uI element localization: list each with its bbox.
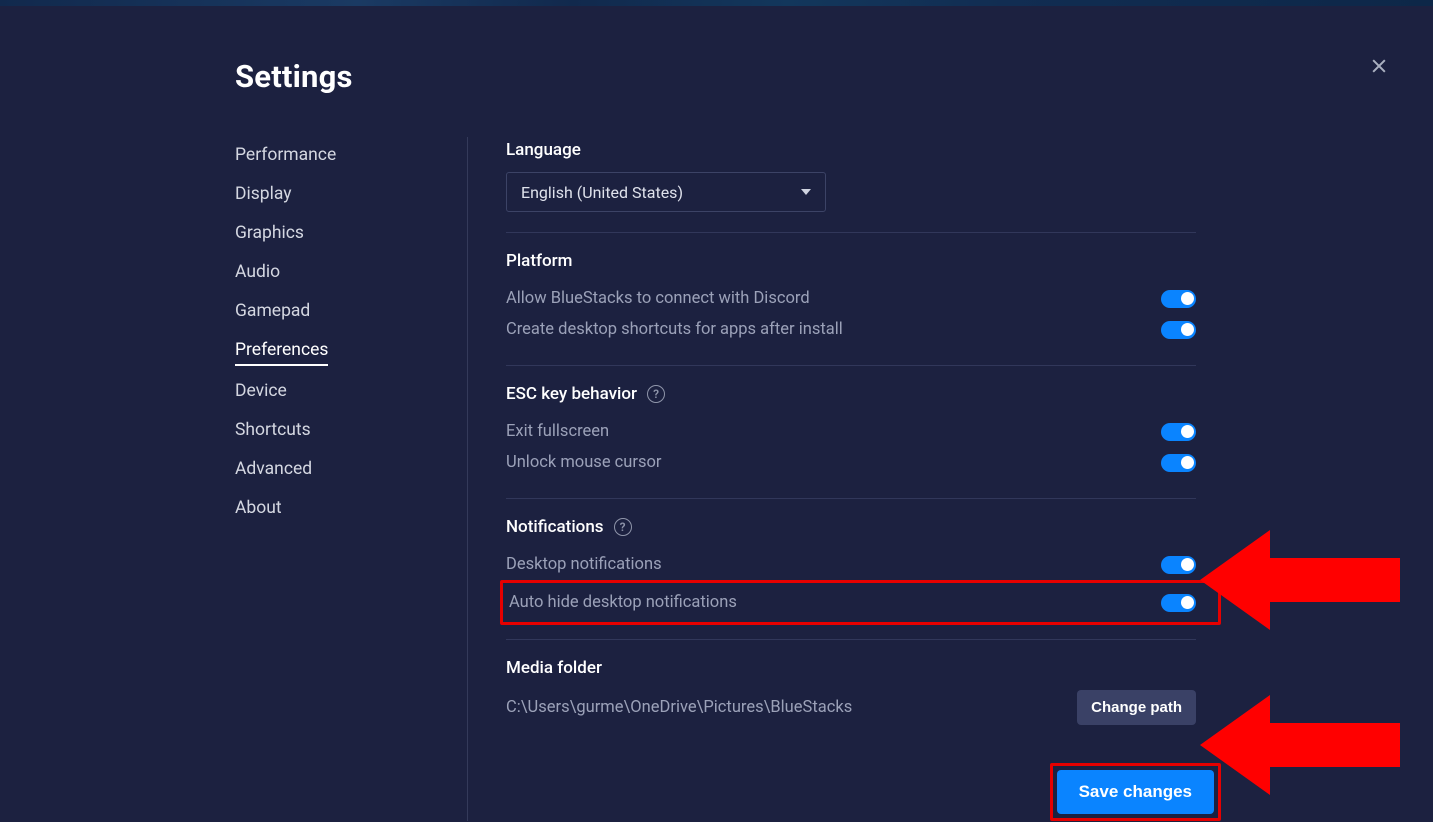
esc-behavior-label: ESC key behavior ? (506, 384, 1196, 404)
discord-connect-row: Allow BlueStacks to connect with Discord (506, 283, 1196, 314)
language-selected-value: English (United States) (521, 183, 683, 202)
sidebar-item-label: Advanced (235, 459, 312, 479)
exit-fullscreen-toggle[interactable] (1161, 423, 1196, 441)
unlock-cursor-row: Unlock mouse cursor (506, 447, 1196, 478)
autohide-notifications-label: Auto hide desktop notifications (509, 593, 737, 612)
sidebar-item-display[interactable]: Display (235, 176, 292, 212)
language-select[interactable]: English (United States) (506, 172, 826, 212)
sidebar-item-label: Device (235, 381, 287, 401)
notifications-label: Notifications ? (506, 517, 1196, 537)
media-folder-label: Media folder (506, 658, 1196, 678)
settings-sidebar: Performance Display Graphics Audio Gamep… (235, 137, 467, 821)
sidebar-item-preferences[interactable]: Preferences (235, 332, 328, 366)
autohide-notifications-row: Auto hide desktop notifications (507, 587, 1196, 618)
help-icon[interactable]: ? (647, 385, 665, 403)
desktop-shortcuts-toggle[interactable] (1161, 321, 1196, 339)
exit-fullscreen-label: Exit fullscreen (506, 422, 609, 441)
desktop-notifications-row: Desktop notifications (506, 549, 1196, 580)
sidebar-item-performance[interactable]: Performance (235, 137, 336, 173)
sidebar-item-label: Graphics (235, 223, 304, 243)
desktop-shortcuts-label: Create desktop shortcuts for apps after … (506, 320, 843, 339)
annotation-highlight-autohide: Auto hide desktop notifications (500, 580, 1221, 625)
annotation-highlight-save: Save changes (1050, 763, 1221, 821)
desktop-notifications-label: Desktop notifications (506, 555, 662, 574)
save-changes-button[interactable]: Save changes (1057, 770, 1214, 814)
divider (506, 498, 1196, 499)
sidebar-item-shortcuts[interactable]: Shortcuts (235, 412, 311, 448)
exit-fullscreen-row: Exit fullscreen (506, 416, 1196, 447)
change-path-button[interactable]: Change path (1077, 690, 1196, 725)
divider (506, 232, 1196, 233)
page-title: Settings (235, 58, 1198, 95)
unlock-cursor-toggle[interactable] (1161, 454, 1196, 472)
sidebar-item-label: Shortcuts (235, 420, 311, 440)
close-button[interactable] (1365, 52, 1393, 80)
divider (506, 639, 1196, 640)
sidebar-item-device[interactable]: Device (235, 373, 287, 409)
preferences-panel: Language English (United States) Platfor… (506, 137, 1196, 821)
sidebar-item-advanced[interactable]: Advanced (235, 451, 312, 487)
sidebar-item-audio[interactable]: Audio (235, 254, 280, 290)
unlock-cursor-label: Unlock mouse cursor (506, 453, 662, 472)
sidebar-item-label: Audio (235, 262, 280, 282)
language-label: Language (506, 140, 1196, 160)
sidebar-item-about[interactable]: About (235, 490, 282, 526)
desktop-shortcuts-row: Create desktop shortcuts for apps after … (506, 314, 1196, 345)
help-icon[interactable]: ? (614, 518, 632, 536)
media-folder-path: C:\Users\gurme\OneDrive\Pictures\BlueSta… (506, 698, 852, 717)
platform-label: Platform (506, 251, 1196, 271)
sidebar-item-label: Performance (235, 145, 336, 165)
discord-connect-label: Allow BlueStacks to connect with Discord (506, 289, 810, 308)
sidebar-item-graphics[interactable]: Graphics (235, 215, 304, 251)
vertical-divider (467, 137, 468, 821)
sidebar-item-label: Display (235, 184, 292, 204)
autohide-notifications-toggle[interactable] (1161, 594, 1196, 612)
sidebar-item-label: Preferences (235, 340, 328, 360)
sidebar-item-label: About (235, 498, 282, 518)
sidebar-item-gamepad[interactable]: Gamepad (235, 293, 310, 329)
media-folder-row: C:\Users\gurme\OneDrive\Pictures\BlueSta… (506, 690, 1196, 725)
desktop-notifications-toggle[interactable] (1161, 556, 1196, 574)
sidebar-item-label: Gamepad (235, 301, 310, 321)
discord-connect-toggle[interactable] (1161, 290, 1196, 308)
divider (506, 365, 1196, 366)
chevron-down-icon (801, 189, 811, 195)
